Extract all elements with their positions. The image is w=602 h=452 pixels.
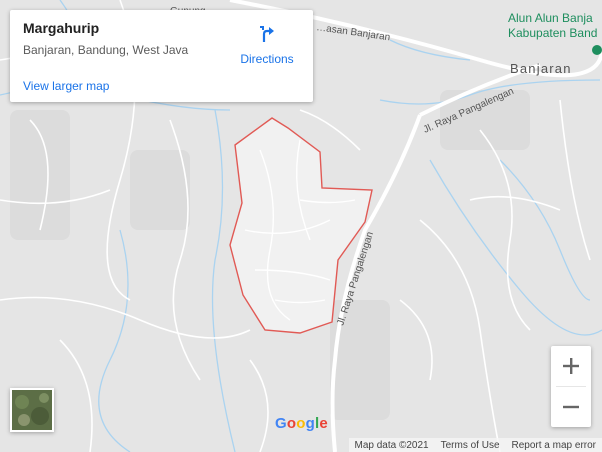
- place-name: Margahurip: [23, 20, 100, 36]
- place-info-card: Margahurip Banjaran, Bandung, West Java …: [10, 10, 313, 102]
- zoom-in-button[interactable]: [551, 346, 591, 386]
- minus-icon: [563, 405, 579, 409]
- map-footer: Map data ©2021 Terms of Use Report a map…: [348, 438, 602, 452]
- directions-label: Directions: [240, 52, 294, 66]
- poi-marker-icon: [592, 45, 602, 55]
- directions-arrow-icon: [260, 26, 274, 42]
- report-map-error-link[interactable]: Report a map error: [506, 438, 602, 452]
- town-label: Banjaran: [510, 61, 572, 76]
- satellite-thumbnail-icon: [12, 390, 52, 430]
- plus-icon: [563, 358, 579, 374]
- poi-label-line1: Alun Alun Banja: [508, 11, 593, 25]
- directions-button[interactable]: Directions: [232, 24, 302, 66]
- google-logo: Google: [275, 415, 328, 432]
- view-larger-map-link[interactable]: View larger map: [23, 79, 109, 93]
- terms-of-use-link[interactable]: Terms of Use: [435, 438, 506, 452]
- map-data-attribution: Map data ©2021: [354, 440, 429, 451]
- map-type-satellite-button[interactable]: [10, 388, 54, 432]
- place-address: Banjaran, Bandung, West Java: [23, 43, 189, 57]
- zoom-controls: [551, 346, 591, 427]
- poi-label-line2: Kabupaten Band: [508, 26, 597, 40]
- zoom-out-button[interactable]: [551, 387, 591, 427]
